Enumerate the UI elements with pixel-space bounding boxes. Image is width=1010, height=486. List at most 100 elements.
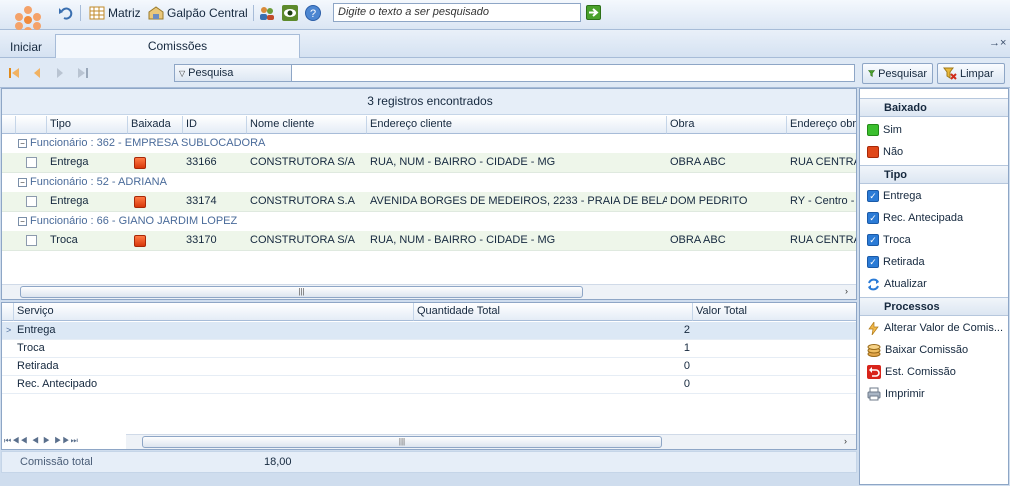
filter-sim-label: Sim <box>883 124 902 136</box>
scroll-right-icon[interactable]: › <box>845 286 848 296</box>
tab-comissoes[interactable]: Comissões <box>55 34 300 58</box>
valor-cell <box>693 376 856 394</box>
close-tab-icon[interactable]: →× <box>989 37 1006 49</box>
filter-entrega-label: Entrega <box>883 190 922 202</box>
filter-sim[interactable]: Sim <box>860 119 1008 141</box>
limpar-button[interactable]: Limpar <box>937 63 1005 84</box>
imprimir-button[interactable]: Imprimir <box>860 383 1008 405</box>
table-row[interactable]: Troca 33170 CONSTRUTORA S/A RUA, NUM - B… <box>2 231 856 251</box>
endereco-obra-cell: RY - Centro - B <box>790 195 856 207</box>
estornar-comissao-button[interactable]: Est. Comissão <box>860 361 1008 383</box>
list-item[interactable]: Retirada 0 <box>2 358 856 376</box>
pesquisar-button[interactable]: Pesquisar <box>862 63 933 84</box>
filter-retirada[interactable]: ✓ Retirada <box>860 251 1008 273</box>
column-header[interactable]: Quantidade Total <box>414 303 693 321</box>
filter-rec-antecipada[interactable]: ✓ Rec. Antecipada <box>860 207 1008 229</box>
group-label: Funcionário : 52 - ADRIANA <box>30 176 167 188</box>
previous-record-icon[interactable] <box>31 67 43 79</box>
scroll-right-icon[interactable]: › <box>844 436 847 446</box>
column-header[interactable]: Baixada <box>128 116 183 134</box>
column-header[interactable]: Endereço obra <box>787 116 856 134</box>
grid-icon <box>89 6 105 20</box>
column-header[interactable]: Tipo <box>47 116 128 134</box>
checkbox-checked-icon: ✓ <box>867 256 879 268</box>
collapse-icon[interactable]: − <box>18 138 27 148</box>
filter-entrega[interactable]: ✓ Entrega <box>860 185 1008 207</box>
atualizar-button[interactable]: Atualizar <box>860 273 1008 295</box>
group-label: Funcionário : 362 - EMPRESA SUBLOCADORA <box>30 137 266 149</box>
valor-cell <box>693 322 856 340</box>
home-tab[interactable]: Iniciar <box>10 40 42 54</box>
toolbar-divider <box>253 5 254 21</box>
column-header[interactable]: ID <box>183 116 247 134</box>
horizontal-scrollbar[interactable]: ||| › <box>126 434 856 449</box>
scroll-thumb[interactable]: ||| <box>20 286 583 298</box>
eye-icon[interactable] <box>282 5 298 21</box>
service-summary-grid: Serviço Quantidade Total Valor Total > E… <box>1 302 857 450</box>
table-row[interactable]: Entrega 33166 CONSTRUTORA S/A RUA, NUM -… <box>2 153 856 173</box>
column-header[interactable]: Serviço <box>14 303 414 321</box>
tipo-cell: Entrega <box>50 195 89 207</box>
galpao-label: Galpão Central <box>167 6 248 20</box>
last-record-icon[interactable] <box>77 67 89 79</box>
total-bar: Comissão total 18,00 <box>1 451 857 473</box>
next-record-icon[interactable] <box>54 67 66 79</box>
table-row[interactable]: Entrega 33174 CONSTRUTORA S.A AVENIDA BO… <box>2 192 856 212</box>
endereco-obra-cell: RUA CENTRAL <box>790 156 856 168</box>
filter-nao-label: Não <box>883 146 904 158</box>
checkbox-checked-icon: ✓ <box>867 190 879 202</box>
search-go-icon[interactable] <box>586 5 601 20</box>
list-item[interactable]: Rec. Antecipado 0 <box>2 376 856 394</box>
filter-input[interactable] <box>291 64 855 82</box>
row-checkbox[interactable] <box>26 196 37 207</box>
search-field-combo[interactable]: ▽ Pesquisa <box>174 64 292 82</box>
users-icon[interactable] <box>259 5 275 21</box>
group-header[interactable]: − Funcionário : 52 - ADRIANA <box>2 174 856 192</box>
scroll-thumb[interactable]: ||| <box>142 436 662 448</box>
galpao-button[interactable]: Galpão Central <box>148 4 248 22</box>
current-row-indicator: > <box>6 325 12 335</box>
record-navigator[interactable]: ⏮◀◀ ◀ ▶ ▶▶⏭ <box>4 436 79 446</box>
matriz-button[interactable]: Matriz <box>89 4 141 22</box>
filter-troca[interactable]: ✓ Troca <box>860 229 1008 251</box>
baixada-status-icon <box>134 235 146 247</box>
list-item[interactable]: Troca 1 <box>2 340 856 358</box>
atualizar-label: Atualizar <box>884 278 927 290</box>
undo-icon[interactable] <box>58 4 74 22</box>
section-baixado: Baixado <box>860 98 1008 117</box>
collapse-icon[interactable]: − <box>18 216 27 226</box>
group-header[interactable]: − Funcionário : 66 - GIANO JARDIM LOPEZ <box>2 213 856 231</box>
section-tipo: Tipo <box>860 165 1008 184</box>
baixar-comissao-button[interactable]: Baixar Comissão <box>860 339 1008 361</box>
alterar-valor-button[interactable]: Alterar Valor de Comis... <box>860 317 1008 339</box>
column-header[interactable]: Nome cliente <box>247 116 367 134</box>
nome-cliente-cell: CONSTRUTORA S/A <box>250 156 355 168</box>
filter-troca-label: Troca <box>883 234 911 246</box>
horizontal-scrollbar[interactable]: ||| › <box>2 284 856 299</box>
first-record-icon[interactable] <box>8 67 20 79</box>
records-count: 3 registros encontrados <box>2 89 856 115</box>
group-header[interactable]: − Funcionário : 362 - EMPRESA SUBLOCADORA <box>2 135 856 153</box>
collapse-icon[interactable]: − <box>18 177 27 187</box>
row-checkbox[interactable] <box>26 157 37 168</box>
nome-cliente-cell: CONSTRUTORA S/A <box>250 234 355 246</box>
help-icon[interactable]: ? <box>305 5 321 21</box>
toolbar-divider <box>80 5 81 21</box>
id-cell: 33174 <box>186 195 217 207</box>
global-search-input[interactable]: Digite o texto a ser pesquisado <box>333 3 581 22</box>
expand-header <box>16 116 47 134</box>
baixar-comissao-label: Baixar Comissão <box>885 344 969 356</box>
nome-cliente-cell: CONSTRUTORA S.A <box>250 195 355 207</box>
column-header[interactable]: Valor Total <box>693 303 856 321</box>
row-checkbox[interactable] <box>26 235 37 246</box>
column-header[interactable]: Obra <box>667 116 787 134</box>
list-item[interactable]: > Entrega 2 <box>2 322 856 340</box>
refresh-icon <box>868 278 879 290</box>
endereco-cliente-cell: RUA, NUM - BAIRRO - CIDADE - MG <box>370 234 556 246</box>
checkbox-checked-icon: ✓ <box>867 234 879 246</box>
column-header[interactable]: Endereço cliente <box>367 116 667 134</box>
baixada-status-icon <box>134 196 146 208</box>
quantidade-cell: 2 <box>683 324 690 336</box>
imprimir-label: Imprimir <box>885 388 925 400</box>
filter-nao[interactable]: Não <box>860 141 1008 163</box>
